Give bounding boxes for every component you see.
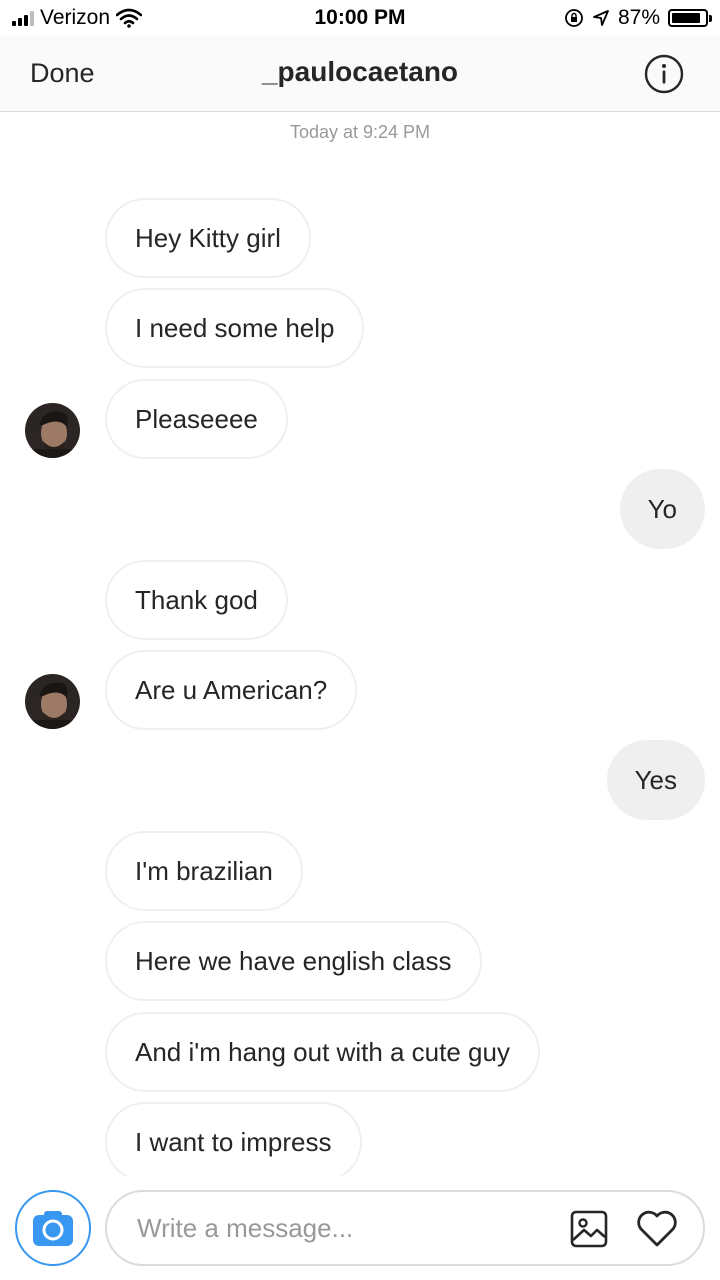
- heart-icon[interactable]: [635, 1207, 679, 1249]
- done-button[interactable]: Done: [30, 58, 95, 89]
- incoming-message[interactable]: Here we have english class: [105, 921, 482, 1001]
- gallery-icon[interactable]: [569, 1209, 609, 1249]
- outgoing-message[interactable]: Yes: [606, 740, 705, 820]
- sender-avatar[interactable]: [25, 403, 80, 458]
- battery-fill: [672, 13, 700, 23]
- message-row: I want to impress: [0, 1102, 720, 1176]
- incoming-message[interactable]: I want to impress: [105, 1102, 362, 1176]
- message-input[interactable]: [137, 1192, 537, 1264]
- message-row: I need some help: [0, 288, 720, 368]
- avatar-image: [25, 674, 80, 729]
- message-row: Here we have english class: [0, 921, 720, 1001]
- location-icon: [593, 10, 609, 26]
- message-row: Are u American?: [0, 650, 720, 730]
- outgoing-message[interactable]: Yo: [619, 469, 705, 549]
- incoming-message[interactable]: Are u American?: [105, 650, 358, 730]
- message-row: Yes: [0, 740, 720, 820]
- message-row: Pleaseeee: [0, 379, 720, 459]
- message-row: I'm brazilian: [0, 831, 720, 911]
- orientation-lock-icon: [565, 9, 583, 27]
- incoming-message[interactable]: Hey Kitty girl: [105, 198, 311, 278]
- incoming-message[interactable]: Pleaseeee: [105, 379, 288, 459]
- message-row: Hey Kitty girl: [0, 198, 720, 278]
- message-input-container: [105, 1190, 705, 1266]
- info-icon[interactable]: [644, 54, 684, 94]
- message-list[interactable]: Hey Kitty girl I need some help Pleaseee…: [0, 180, 720, 1176]
- incoming-message[interactable]: I need some help: [105, 288, 365, 368]
- status-right: 87%: [564, 6, 712, 30]
- carrier-label: Verizon: [40, 6, 111, 29]
- battery-percent: 87%: [617, 6, 660, 29]
- status-left: Verizon: [12, 6, 143, 30]
- wifi-icon: [116, 8, 143, 28]
- incoming-message[interactable]: I'm brazilian: [105, 831, 303, 911]
- battery-icon: [668, 9, 712, 27]
- message-row: Thank god: [0, 560, 720, 640]
- sender-avatar[interactable]: [25, 674, 80, 729]
- message-row: And i'm hang out with a cute guy: [0, 1012, 720, 1092]
- message-composer: [0, 1176, 720, 1280]
- message-row: Yo: [0, 469, 720, 549]
- signal-icon: [12, 10, 34, 26]
- nav-bar: Done _paulocaetano: [0, 36, 720, 112]
- incoming-message[interactable]: Thank god: [105, 560, 288, 640]
- incoming-message[interactable]: And i'm hang out with a cute guy: [105, 1012, 540, 1092]
- camera-button[interactable]: [15, 1190, 91, 1266]
- conversation-title: _paulocaetano: [261, 56, 459, 87]
- avatar-image: [25, 403, 80, 458]
- camera-icon: [33, 1211, 73, 1246]
- conversation-timestamp: Today at 9:24 PM: [289, 122, 431, 142]
- status-bar: Verizon 10:00 PM 87%: [0, 0, 720, 36]
